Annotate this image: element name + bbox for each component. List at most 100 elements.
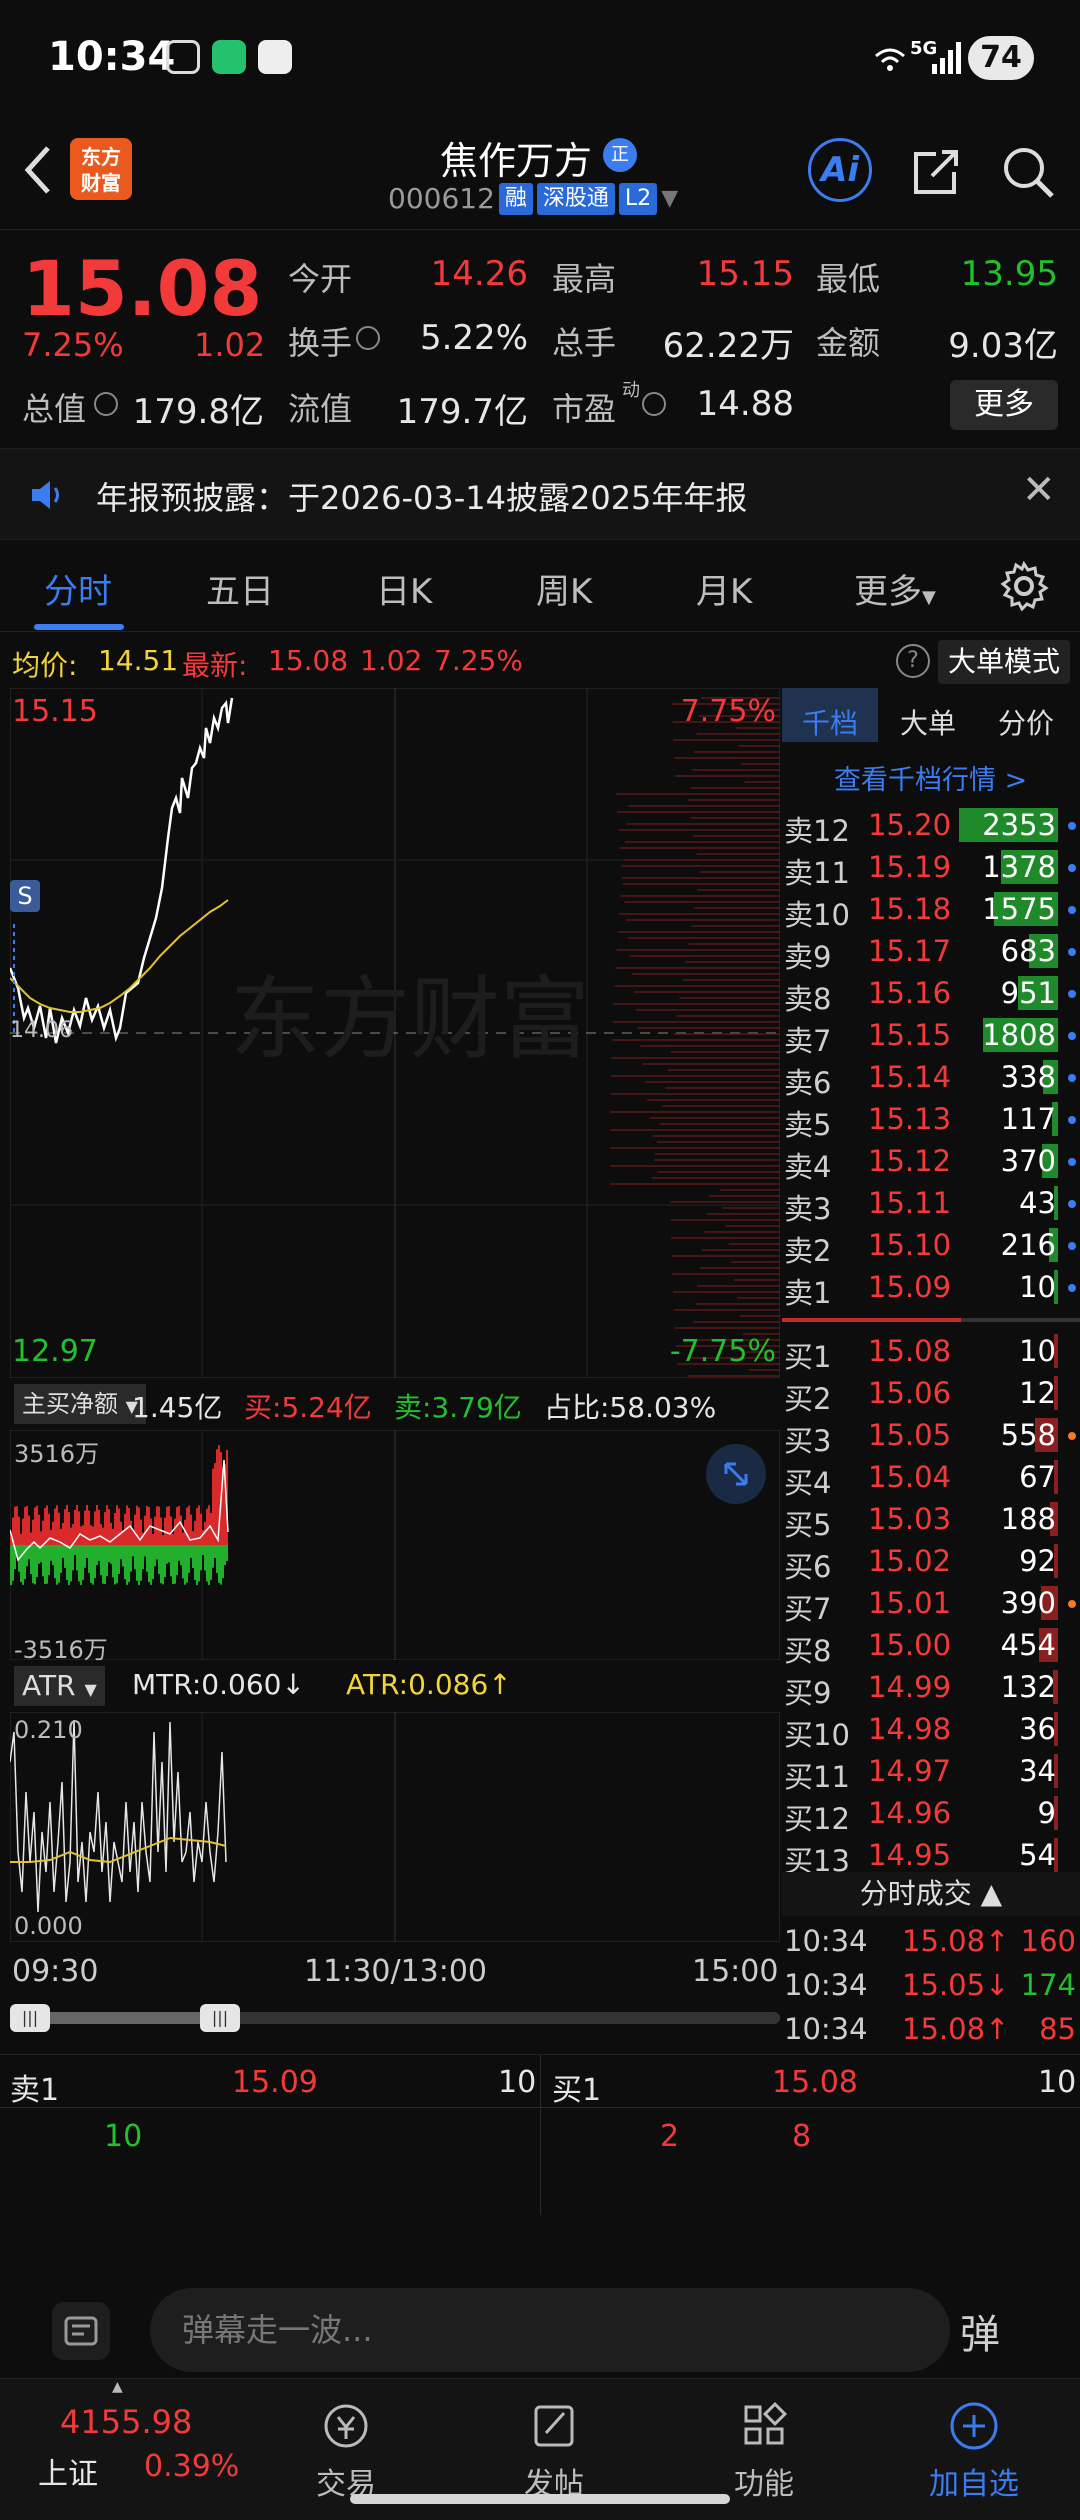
- nav-trade[interactable]: 交易: [286, 2399, 406, 2503]
- slider-handle-right[interactable]: |||: [200, 2004, 240, 2032]
- level-label: 买2: [784, 1382, 832, 1416]
- sell-level-row[interactable]: 卖8 15.16 951: [782, 972, 1080, 1016]
- view-levels-link[interactable]: 查看千档行情 >: [834, 758, 1027, 797]
- home-indicator[interactable]: [350, 2494, 730, 2504]
- flow-header: 主买净额 ▼ 1.45亿 买:5.24亿 卖:3.79亿 占比:58.03%: [10, 1380, 780, 1430]
- status-bar: 10:34 5G 74: [0, 0, 1080, 120]
- sell-level-row[interactable]: 卖7 15.15 1808: [782, 1014, 1080, 1058]
- sell-level-row[interactable]: 卖4 15.12 370: [782, 1140, 1080, 1184]
- tab-intraday[interactable]: 分时: [44, 564, 112, 613]
- danmaku-bar: 弹幕走一波... 弹: [0, 2282, 1080, 2378]
- bq-right-price: 15.08: [772, 2065, 858, 2100]
- buy-level-row[interactable]: 买2 15.06 12: [782, 1372, 1080, 1416]
- buy-level-row[interactable]: 买9 14.99 132: [782, 1666, 1080, 1710]
- flow-chart[interactable]: 3516万 -3516万: [9, 1429, 781, 1664]
- ai-button[interactable]: Ai: [808, 138, 872, 202]
- info-icon[interactable]: [642, 392, 666, 416]
- buy-level-row[interactable]: 买13 14.95 54: [782, 1834, 1080, 1878]
- check-app-icon: [258, 40, 292, 74]
- level-price: 15.14: [868, 1060, 952, 1094]
- buy-level-row[interactable]: 买3 15.05 558: [782, 1414, 1080, 1458]
- level-volume: 188: [1000, 1502, 1056, 1536]
- info-icon[interactable]: [356, 326, 380, 350]
- sell-marker[interactable]: S: [10, 880, 40, 912]
- index-value[interactable]: 4155.98: [60, 2403, 192, 2441]
- level-price: 14.95: [868, 1838, 952, 1872]
- chevron-down-icon[interactable]: ▼: [661, 186, 678, 211]
- more-button[interactable]: 更多: [950, 380, 1058, 430]
- time-mid: 11:30/13:00: [304, 1954, 488, 1989]
- level-label: 买8: [784, 1634, 832, 1668]
- slider-handle-left[interactable]: |||: [10, 2004, 50, 2032]
- danmaku-toggle-button[interactable]: 弹: [960, 2302, 1030, 2362]
- stock-header: 东方 财富 焦作万方 正 000612 融 深股通 L2 ▼ Ai: [0, 120, 1080, 230]
- level-price: 15.16: [868, 976, 952, 1010]
- sell-level-row[interactable]: 卖9 15.17 683: [782, 930, 1080, 974]
- level-label: 买5: [784, 1508, 832, 1542]
- tab-price-levels[interactable]: 分价: [998, 702, 1054, 742]
- gear-icon[interactable]: [998, 560, 1050, 612]
- level-price: 15.04: [868, 1460, 952, 1494]
- atr-chart[interactable]: 0.210 0.000: [9, 1711, 781, 1943]
- nav-add-watchlist[interactable]: 加自选: [914, 2399, 1034, 2503]
- buy-level-row[interactable]: 买7 15.01 390: [782, 1582, 1080, 1626]
- sell-level-row[interactable]: 卖2 15.10 216: [782, 1224, 1080, 1268]
- tab-weekly-k[interactable]: 周K: [536, 564, 592, 613]
- tab-more[interactable]: 更多▼: [854, 564, 936, 613]
- chart-range-slider[interactable]: ||| |||: [10, 2004, 780, 2032]
- buy-level-row[interactable]: 买5 15.03 188: [782, 1498, 1080, 1542]
- tick-time: 10:34: [784, 2012, 868, 2046]
- stock-code: 000612: [388, 182, 495, 215]
- sell-level-row[interactable]: 卖1 15.09 10: [782, 1266, 1080, 1310]
- time-end: 15:00: [692, 1954, 779, 1989]
- tab-indicator: [34, 624, 124, 630]
- plus-icon: [950, 2402, 998, 2450]
- atr-dropdown[interactable]: ATR ▼: [14, 1666, 105, 1706]
- nav-functions[interactable]: 功能: [704, 2399, 824, 2503]
- buy-level-row[interactable]: 买4 15.04 67: [782, 1456, 1080, 1500]
- share-icon[interactable]: [906, 142, 966, 202]
- info-icon[interactable]: [94, 392, 118, 416]
- buy-level-row[interactable]: 买1 15.08 10: [782, 1330, 1080, 1374]
- tab-thousand-levels[interactable]: 千档: [802, 702, 858, 742]
- bq-row-divider: [0, 2107, 1080, 2108]
- app-notification-icon: [212, 40, 246, 74]
- expand-icon[interactable]: [706, 1444, 766, 1504]
- help-icon[interactable]: ?: [896, 644, 930, 678]
- buy-level-row[interactable]: 买11 14.97 34: [782, 1750, 1080, 1794]
- label-amount: 金额: [816, 324, 881, 362]
- buy-level-row[interactable]: 买6 15.02 92: [782, 1540, 1080, 1584]
- buy-level-row[interactable]: 买10 14.98 36: [782, 1708, 1080, 1752]
- tab-big-orders[interactable]: 大单: [900, 702, 956, 742]
- buy-level-row[interactable]: 买8 15.00 454: [782, 1624, 1080, 1668]
- danmaku-input[interactable]: 弹幕走一波...: [150, 2288, 950, 2372]
- flow-bottom-label: -3516万: [14, 1636, 108, 1664]
- danmaku-settings-icon[interactable]: [52, 2302, 110, 2360]
- sell-level-row[interactable]: 卖12 15.20 2353: [782, 804, 1080, 848]
- back-icon[interactable]: [18, 140, 74, 200]
- sell-level-row[interactable]: 卖5 15.13 117: [782, 1098, 1080, 1142]
- sell-level-row[interactable]: 卖10 15.18 1575: [782, 888, 1080, 932]
- tab-daily-k[interactable]: 日K: [376, 564, 432, 613]
- ticks-header[interactable]: 分时成交 ▲: [782, 1872, 1080, 1916]
- latest-label: 最新:: [182, 649, 248, 682]
- sell-level-row[interactable]: 卖11 15.19 1378: [782, 846, 1080, 890]
- level-price: 14.96: [868, 1796, 952, 1830]
- search-icon[interactable]: [998, 142, 1058, 202]
- level-volume: 67: [1019, 1460, 1056, 1494]
- sell-level-row[interactable]: 卖6 15.14 338: [782, 1056, 1080, 1100]
- flow-dropdown[interactable]: 主买净额 ▼: [14, 1384, 146, 1424]
- buy-level-row[interactable]: 买12 14.96 9: [782, 1792, 1080, 1836]
- sell-level-row[interactable]: 卖3 15.11 43: [782, 1182, 1080, 1226]
- level-volume: 1575: [982, 892, 1056, 926]
- close-icon[interactable]: ✕: [1022, 467, 1056, 513]
- tab-five-day[interactable]: 五日: [206, 564, 274, 613]
- notice-bar[interactable]: 年报预披露：于2026-03-14披露2025年年报 ✕: [0, 448, 1080, 540]
- atr-header: ATR ▼ MTR:0.060↓ ATR:0.086↑: [10, 1662, 780, 1712]
- tab-monthly-k[interactable]: 月K: [696, 564, 752, 613]
- nav-post[interactable]: 发帖: [494, 2399, 614, 2503]
- big-order-mode-button[interactable]: 大单模式: [938, 640, 1070, 684]
- level-volume: 34: [1019, 1754, 1056, 1788]
- level-label: 卖2: [784, 1234, 832, 1268]
- intraday-chart[interactable]: 东方财富 15.15 12.97 7.75% -7.75% S 14.06: [8, 687, 781, 1379]
